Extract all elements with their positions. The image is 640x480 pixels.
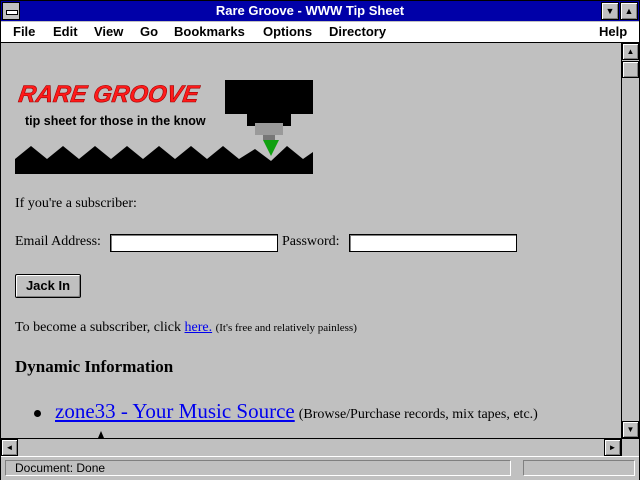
section-heading: Dynamic Information xyxy=(15,357,174,376)
list-item: zone33 - Your Music Source (Browse/Purch… xyxy=(55,399,538,424)
menu-file[interactable]: File xyxy=(13,24,35,40)
scroll-left-button[interactable]: ◄ xyxy=(1,439,18,456)
jack-in-button[interactable]: Jack In xyxy=(15,274,81,298)
menu-bar: File Edit View Go Bookmarks Options Dire… xyxy=(1,22,639,43)
become-text: To become a subscriber, click xyxy=(15,320,182,335)
minimize-icon: ▼ xyxy=(605,6,615,16)
bullet-icon xyxy=(34,410,41,417)
maximize-button[interactable]: ▲ xyxy=(620,2,638,20)
menu-edit[interactable]: Edit xyxy=(53,24,78,40)
menu-bookmarks[interactable]: Bookmarks xyxy=(174,24,245,40)
scroll-right-button[interactable]: ► xyxy=(604,439,621,456)
menu-directory[interactable]: Directory xyxy=(329,24,386,40)
status-bar: Document: Done xyxy=(1,456,639,480)
scroll-down-button[interactable]: ▼ xyxy=(622,421,639,438)
rare-groove-logo: RARE GROOVE tip sheet for those in the k… xyxy=(15,80,313,174)
needle-icon xyxy=(263,140,279,156)
email-field[interactable] xyxy=(110,234,278,252)
password-label: Password: xyxy=(282,234,340,249)
arrow-left-icon: ◄ xyxy=(5,443,14,452)
scrollbar-corner xyxy=(621,438,639,456)
menu-go[interactable]: Go xyxy=(140,24,158,40)
list-item-desc: (Browse/Purchase records, mix tapes, etc… xyxy=(298,407,538,422)
arrow-down-icon: ▼ xyxy=(626,425,635,434)
browser-window: Rare Groove - WWW Tip Sheet ▼ ▲ File Edi… xyxy=(0,0,640,480)
logo-title: RARE GROOVE xyxy=(17,81,202,108)
title-bar: Rare Groove - WWW Tip Sheet ▼ ▲ xyxy=(1,1,639,21)
scroll-thumb[interactable] xyxy=(622,61,639,78)
logo-tagline: tip sheet for those in the know xyxy=(25,114,206,128)
subscriber-prompt: If you're a subscriber: xyxy=(15,196,137,211)
email-label: Email Address: xyxy=(15,234,101,249)
horizontal-scrollbar[interactable]: ◄ ► xyxy=(1,438,621,456)
scroll-up-button[interactable]: ▲ xyxy=(622,43,639,60)
free-note: (It's free and relatively painless) xyxy=(215,322,357,334)
maximize-icon: ▲ xyxy=(624,6,634,16)
here-link[interactable]: here. xyxy=(185,320,213,335)
menu-view[interactable]: View xyxy=(94,24,123,40)
progress-indicator xyxy=(523,460,635,476)
system-menu-icon[interactable] xyxy=(2,2,20,20)
arrow-right-icon: ► xyxy=(608,443,617,452)
menu-options[interactable]: Options xyxy=(263,24,312,40)
page-content: RARE GROOVE tip sheet for those in the k… xyxy=(1,43,621,438)
password-field[interactable] xyxy=(349,234,517,252)
cursor-caret-icon xyxy=(98,431,104,438)
zone33-link[interactable]: zone33 - Your Music Source xyxy=(55,399,295,423)
vertical-scrollbar[interactable]: ▲ ▼ xyxy=(621,43,639,438)
arrow-up-icon: ▲ xyxy=(626,47,635,56)
status-text: Document: Done xyxy=(5,460,511,476)
window-title: Rare Groove - WWW Tip Sheet xyxy=(215,3,405,18)
menu-help[interactable]: Help xyxy=(599,24,627,40)
minimize-button[interactable]: ▼ xyxy=(601,2,619,20)
become-subscriber-line: To become a subscriber, click here. (It'… xyxy=(15,320,357,336)
